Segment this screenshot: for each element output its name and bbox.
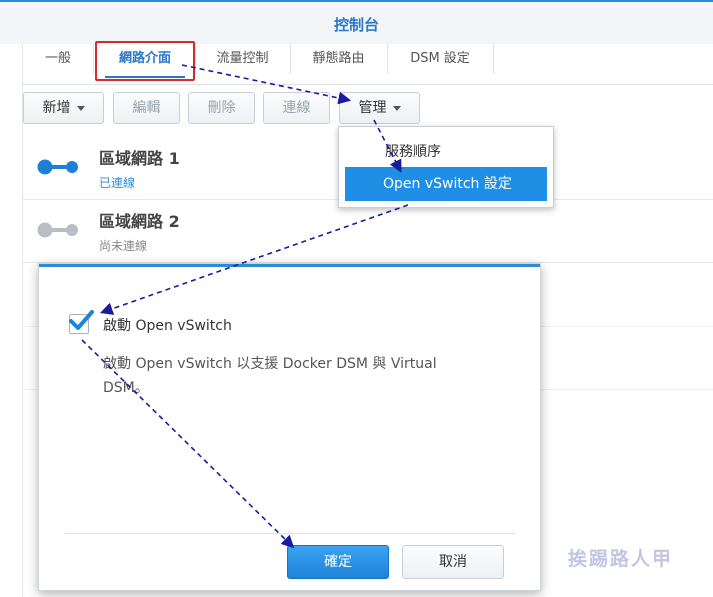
annotation-arrows xyxy=(81,64,409,549)
arrow-line xyxy=(373,119,402,173)
arrow-line xyxy=(81,339,295,549)
arrow-line xyxy=(99,204,409,315)
arrow-line xyxy=(181,64,352,105)
